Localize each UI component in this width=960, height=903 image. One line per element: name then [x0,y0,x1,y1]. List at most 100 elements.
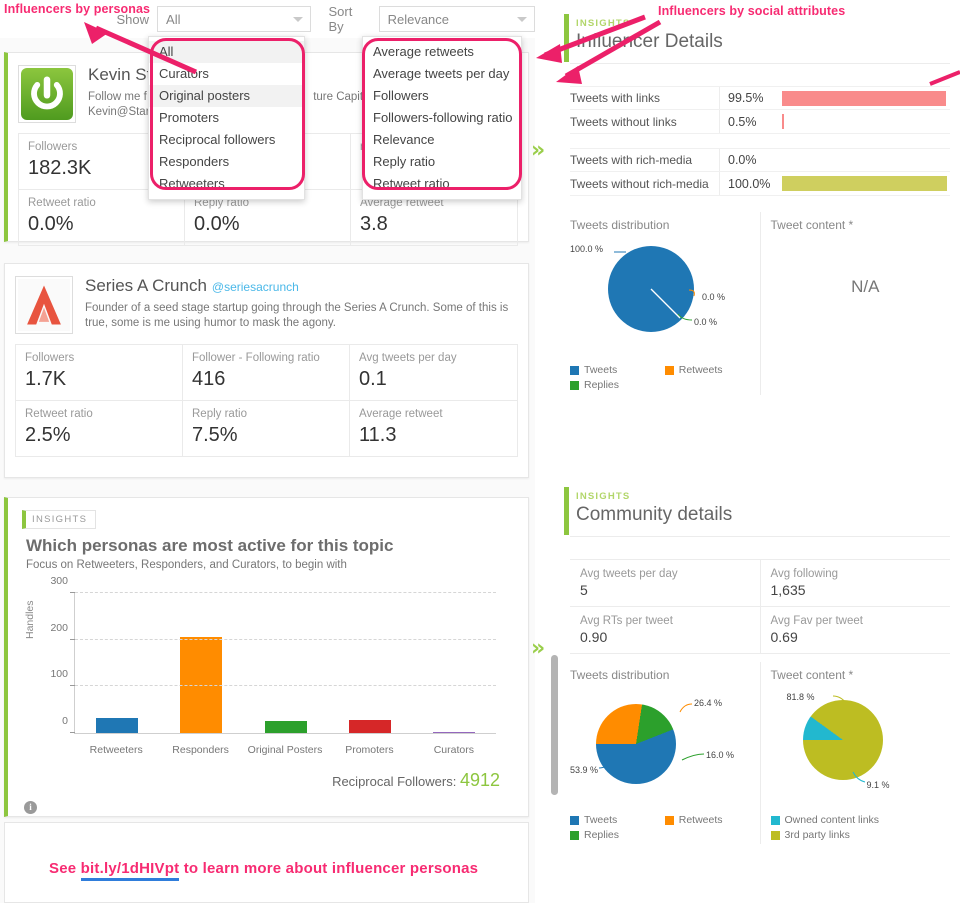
table-row: Tweets without rich-media 100.0% [570,172,950,196]
stat-cell: Avg tweets per day 0.1 [350,345,517,401]
pie-leader-lines [832,695,865,783]
sort-menu-item[interactable]: Relevance [363,129,521,151]
stat-label: Average retweet [359,408,443,420]
show-menu-item[interactable]: Promoters [149,107,304,129]
pie-chart-area: 53.9 % 26.4 % 16.0 % [570,688,760,806]
table-row: Tweets without links 0.5% [570,110,950,134]
stat-value: 0.0% [194,213,240,235]
influencer-tweets-distribution: Tweets distribution 100.0 % 0.0 % 0.0 % [560,212,760,395]
community-tweets-distribution: Tweets distribution 53.9 % 26.4 % 16.0 % [560,662,760,844]
sort-menu-item[interactable]: Average tweets per day [363,63,521,85]
chart-caption: Tweet content * [770,218,854,232]
chart-bar-slot [243,593,327,733]
metric-value: 5 [580,582,588,598]
influencer-tweet-content: Tweet content * N/A [759,212,960,395]
expand-chevron-icon[interactable]: » [531,638,545,660]
metric-label: Avg following [770,568,839,580]
legend-item: Retweets [664,814,760,826]
sort-by-select[interactable]: Relevance [378,6,535,32]
show-menu-item[interactable]: Retweeters [149,173,304,195]
legend-swatch-icon [664,365,674,375]
chart-y-tick-mark [70,638,75,640]
avatar [18,65,76,123]
chart-y-tick: 0 [62,715,68,727]
sort-menu-item[interactable]: Average retweets [363,41,521,63]
table-row: Avg RTs per tweet 0.90 Avg Fav per tweet… [570,607,950,654]
divider [570,536,950,537]
sort-by-dropdown-menu[interactable]: Average retweets Average tweets per day Fo… [362,36,522,200]
stat-cell: Average retweet 11.3 [350,401,517,456]
note-card: See bit.ly/1dHIVpt to learn more about i… [4,822,529,903]
metric-cell: Avg following 1,635 [761,560,951,606]
sort-menu-item[interactable]: Reply ratio [363,151,521,173]
legend-label: Tweets [584,364,618,376]
attribute-bar [782,176,947,191]
legend-label: Retweets [678,814,723,826]
show-menu-item[interactable]: Original posters [149,85,304,107]
influencer-stats-grid: Followers 1.7K Follower - Following rati… [15,344,518,457]
stat-value: 416 [192,368,226,390]
chart-bar[interactable] [264,721,307,733]
attribute-value: 99.5% [728,91,764,105]
reciprocal-followers-label: Reciprocal Followers: [332,774,457,789]
metric-value: 1,635 [770,582,806,598]
insights-title: Which personas are most active for this … [26,536,394,555]
legend-item: Retweets [664,364,760,376]
chart-bar[interactable] [96,717,139,733]
show-filter-select[interactable]: All [157,6,311,32]
legend-label: 3rd party links [784,829,850,841]
show-menu-item[interactable]: Curators [149,63,304,85]
chart-bar[interactable] [348,719,391,733]
stat-cell: Retweet ratio 2.5% [16,401,183,456]
chart-y-tick-mark [70,592,75,593]
show-menu-item[interactable]: All [149,41,304,63]
show-filter-dropdown-menu[interactable]: All Curators Original posters Promoters Reci… [148,36,305,200]
chart-bar-slot [328,593,412,733]
attribute-label: Tweets without rich-media [570,172,720,195]
stat-value: 3.8 [360,213,388,235]
note-suffix: to learn more about influencer personas [183,860,479,877]
influencer-name: Series A Crunch [85,276,207,295]
chart-y-tick: 200 [50,621,68,634]
attribute-value: 0.0% [728,153,757,167]
influencer-bio-line2: Kevin@Star [88,106,150,118]
pie-legend: Tweets Retweets Replies [570,814,760,844]
pie-leader-lines [614,251,695,321]
influencer-handle[interactable]: @seriesacrunch [212,280,299,294]
chart-y-tick-mark [70,685,75,687]
panel-kicker: INSIGHTS [576,491,631,502]
list-scrollbar-thumb[interactable] [551,655,558,795]
chart-caption: Tweets distribution [570,218,670,232]
stat-cell: Followers 1.7K [16,345,183,401]
info-icon[interactable]: i [24,801,37,814]
influencer-card-header: Series A Crunch @seriesacrunch Founder of… [5,264,528,340]
sort-menu-item[interactable]: Retweet ratio [363,173,521,195]
note-link[interactable]: bit.ly/1dHIVpt [80,860,180,881]
letter-a-icon [27,285,61,325]
show-menu-item[interactable]: Reciprocal followers [149,129,304,151]
show-menu-item[interactable]: Responders [149,151,304,173]
community-metrics-table: Avg tweets per day 5 Avg following 1,635… [570,559,950,654]
chart-bar[interactable] [432,732,475,733]
sort-menu-item[interactable]: Followers-following ratio [363,107,521,129]
expand-chevron-icon[interactable]: » [531,140,545,162]
stat-cell: Reply ratio 7.5% [183,401,350,456]
influencer-name: Kevin St [88,65,152,84]
chart-caption: Tweets distribution [570,668,670,682]
influencer-identity: Series A Crunch @seriesacrunch Founder of… [85,276,518,334]
attribute-bar-cell [782,149,950,171]
metric-label: Avg tweets per day [580,568,678,580]
stat-label: Follower - Following ratio [192,352,320,364]
table-row: Avg tweets per day 5 Avg following 1,635 [570,560,950,607]
influencer-bio-line1: Follow me f [88,91,147,103]
chart-gridline [75,592,496,593]
legend-swatch-icon [570,380,579,390]
legend-item: Replies [570,829,760,841]
influencer-card[interactable]: Series A Crunch @seriesacrunch Founder of… [4,263,529,478]
attribute-label: Tweets with links [570,87,720,109]
avatar [15,276,73,334]
chart-bar-slot [412,593,496,733]
personas-insights-card: INSIGHTS Which personas are most active … [4,497,529,817]
list-scrollbar[interactable] [551,655,558,795]
sort-menu-item[interactable]: Followers [363,85,521,107]
